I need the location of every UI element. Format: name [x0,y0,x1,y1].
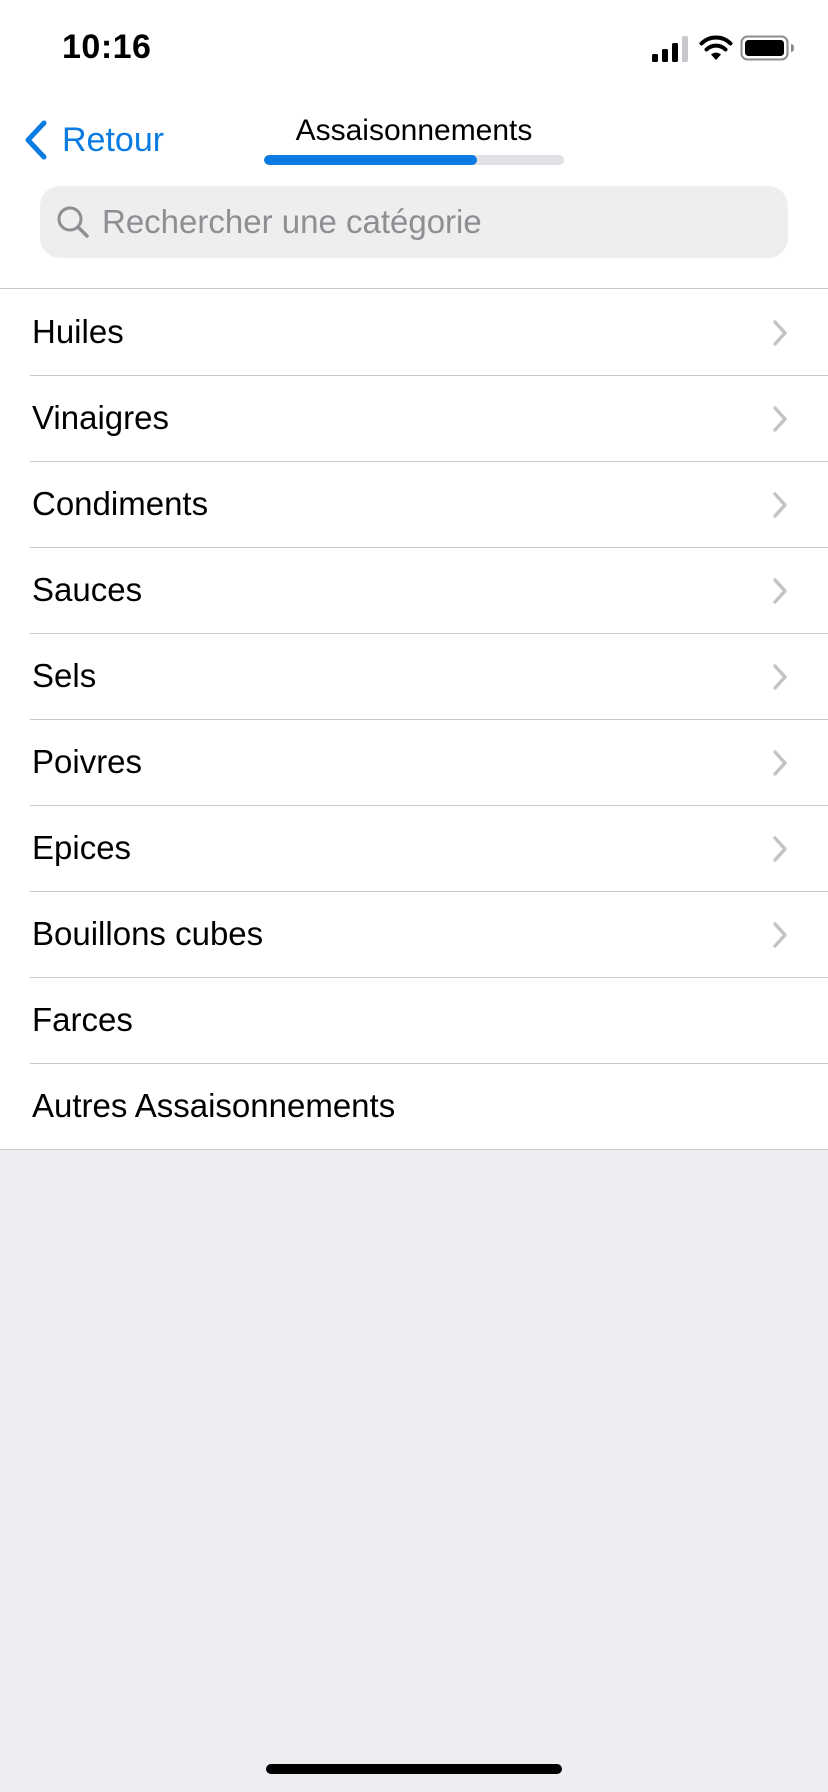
search-icon [57,206,89,238]
chevron-right-icon [773,320,787,346]
list-item-label: Sels [32,657,97,694]
status-time: 10:16 [62,28,152,66]
chevron-right-icon [773,922,787,948]
list-item[interactable]: Condiments [0,461,828,547]
chevron-right-icon [773,664,787,690]
list-item-label: Vinaigres [32,399,169,436]
battery-icon [740,35,794,61]
list-item-label: Huiles [32,313,124,350]
chevron-right-icon [773,578,787,604]
chevron-right-icon [773,750,787,776]
list-item[interactable]: Sauces [0,547,828,633]
chevron-right-icon [773,406,787,432]
list-item-label: Poivres [32,743,143,780]
list-item-label: Epices [32,829,132,866]
list-item-label: Sauces [32,571,143,608]
progress-bar-fill [264,155,477,165]
list-item-label: Farces [32,1001,133,1038]
wifi-icon [699,35,733,60]
list-item[interactable]: Huiles [0,289,828,375]
search-bar[interactable] [40,186,788,258]
chevron-left-icon [25,120,47,160]
list-item[interactable]: Poivres [0,719,828,805]
list-item-label: Condiments [32,485,209,522]
home-indicator[interactable] [266,1764,562,1774]
back-button[interactable]: Retour [22,118,164,162]
list-item[interactable]: Farces [0,977,828,1063]
category-list: Huiles Vinaigres Condiments Sauces Sels Poivr… [0,288,828,1150]
list-item-label: Autres Assaisonnements [32,1087,396,1124]
list-item[interactable]: Epices [0,805,828,891]
list-item-label: Bouillons cubes [32,915,264,952]
progress-bar [264,155,564,165]
chevron-right-icon [773,492,787,518]
header-area: 10:16 Retour Assaisonnements [0,0,828,288]
chevron-right-icon [773,836,787,862]
list-item[interactable]: Bouillons cubes [0,891,828,977]
search-input[interactable] [102,203,762,241]
page-title: Assaisonnements [295,114,533,147]
cellular-signal-icon [652,36,688,62]
list-item[interactable]: Autres Assaisonnements [0,1063,828,1149]
back-label: Retour [62,120,165,159]
list-item[interactable]: Vinaigres [0,375,828,461]
list-item[interactable]: Sels [0,633,828,719]
